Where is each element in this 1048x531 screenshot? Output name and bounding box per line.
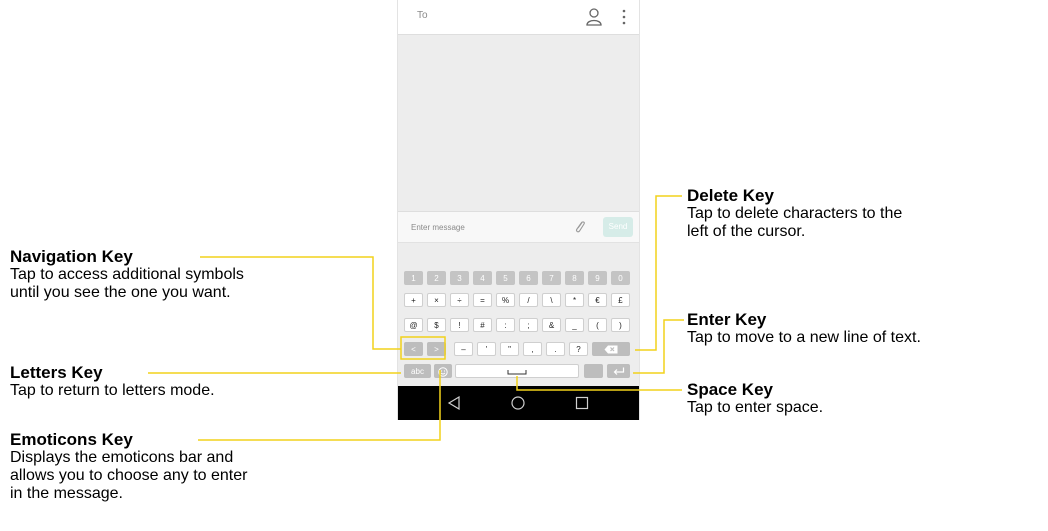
key-3[interactable]: 3 — [450, 271, 469, 285]
key-5[interactable]: 5 — [496, 271, 515, 285]
letters-key-desc: Tap to return to letters mode. — [10, 382, 215, 399]
delete-key-desc-1: Tap to delete characters to the — [687, 205, 903, 222]
enter-icon — [613, 367, 624, 376]
space-key-desc: Tap to enter space. — [687, 399, 824, 416]
key-open-paren[interactable]: ( — [588, 318, 607, 332]
smiley-icon — [438, 367, 448, 377]
nav-prev-key[interactable]: < — [404, 342, 423, 356]
back-icon[interactable] — [447, 396, 461, 410]
to-field[interactable]: To — [417, 10, 428, 21]
send-button[interactable]: Send — [603, 217, 633, 237]
key-close-paren[interactable]: ) — [611, 318, 630, 332]
key-hash[interactable]: # — [473, 318, 492, 332]
key-question[interactable]: ? — [569, 342, 588, 356]
key-asterisk[interactable]: * — [565, 293, 584, 307]
extra-key[interactable] — [584, 364, 603, 378]
key-8[interactable]: 8 — [565, 271, 584, 285]
emoticons-key[interactable] — [434, 364, 452, 378]
key-period[interactable]: . — [546, 342, 565, 356]
key-underscore[interactable]: _ — [565, 318, 584, 332]
key-pound[interactable]: £ — [611, 293, 630, 307]
key-2[interactable]: 2 — [427, 271, 446, 285]
key-colon[interactable]: : — [496, 318, 515, 332]
home-icon[interactable] — [511, 396, 525, 410]
key-multiply[interactable]: × — [427, 293, 446, 307]
recipient-bar: To — [398, 0, 639, 34]
key-0[interactable]: 0 — [611, 271, 630, 285]
key-euro[interactable]: € — [588, 293, 607, 307]
enter-callout-line — [633, 319, 684, 374]
key-1[interactable]: 1 — [404, 271, 423, 285]
attach-icon[interactable] — [574, 219, 586, 235]
emoticons-key-desc-3: in the message. — [10, 485, 123, 502]
key-quote[interactable]: " — [500, 342, 519, 356]
key-9[interactable]: 9 — [588, 271, 607, 285]
enter-key[interactable] — [607, 364, 630, 378]
key-plus[interactable]: + — [404, 293, 423, 307]
key-dash[interactable]: – — [454, 342, 473, 356]
key-semicolon[interactable]: ; — [519, 318, 538, 332]
conversation-area — [398, 34, 639, 211]
key-7[interactable]: 7 — [542, 271, 561, 285]
letters-key[interactable]: abc — [404, 364, 431, 378]
key-backslash[interactable]: \ — [542, 293, 561, 307]
nav-next-key[interactable]: > — [427, 342, 446, 356]
delete-callout-line — [635, 195, 682, 351]
key-slash[interactable]: / — [519, 293, 538, 307]
more-options-icon[interactable] — [620, 8, 628, 26]
contact-icon[interactable] — [586, 8, 602, 26]
key-ampersand[interactable]: & — [542, 318, 561, 332]
key-6[interactable]: 6 — [519, 271, 538, 285]
key-at[interactable]: @ — [404, 318, 423, 332]
recents-icon[interactable] — [575, 396, 589, 410]
delete-key-title: Delete Key — [687, 186, 774, 205]
space-bar-icon — [507, 369, 527, 375]
emoticons-key-desc-1: Displays the emoticons bar and — [10, 449, 234, 466]
key-percent[interactable]: % — [496, 293, 515, 307]
key-comma[interactable]: , — [523, 342, 542, 356]
key-4[interactable]: 4 — [473, 271, 492, 285]
key-divide[interactable]: ÷ — [450, 293, 469, 307]
message-bar: Enter message Send — [398, 211, 639, 243]
backspace-icon — [604, 345, 618, 354]
navigation-key-title: Navigation Key — [10, 247, 133, 266]
key-exclamation[interactable]: ! — [450, 318, 469, 332]
symbol-keyboard: 1 2 3 4 5 6 7 8 9 0 + × ÷ = % / \ * € £ … — [398, 242, 639, 387]
phone-screen: To Enter message Send 1 2 3 4 5 6 7 8 9 … — [397, 0, 640, 420]
key-equals[interactable]: = — [473, 293, 492, 307]
delete-key[interactable] — [592, 342, 630, 356]
enter-key-desc: Tap to move to a new line of text. — [687, 329, 921, 346]
emoticons-key-desc-2: allows you to choose any to enter — [10, 467, 248, 484]
message-input[interactable]: Enter message — [411, 223, 465, 232]
navigation-key-desc-2: until you see the one you want. — [10, 284, 231, 301]
space-key-title: Space Key — [687, 380, 773, 399]
navigation-key-desc-1: Tap to access additional symbols — [10, 266, 244, 283]
emoticons-key-title: Emoticons Key — [10, 430, 133, 449]
enter-key-title: Enter Key — [687, 310, 767, 329]
key-dollar[interactable]: $ — [427, 318, 446, 332]
delete-key-desc-2: left of the cursor. — [687, 223, 806, 240]
letters-key-title: Letters Key — [10, 363, 103, 382]
space-key[interactable] — [455, 364, 579, 378]
key-apostrophe[interactable]: ' — [477, 342, 496, 356]
system-nav-bar — [398, 386, 639, 420]
